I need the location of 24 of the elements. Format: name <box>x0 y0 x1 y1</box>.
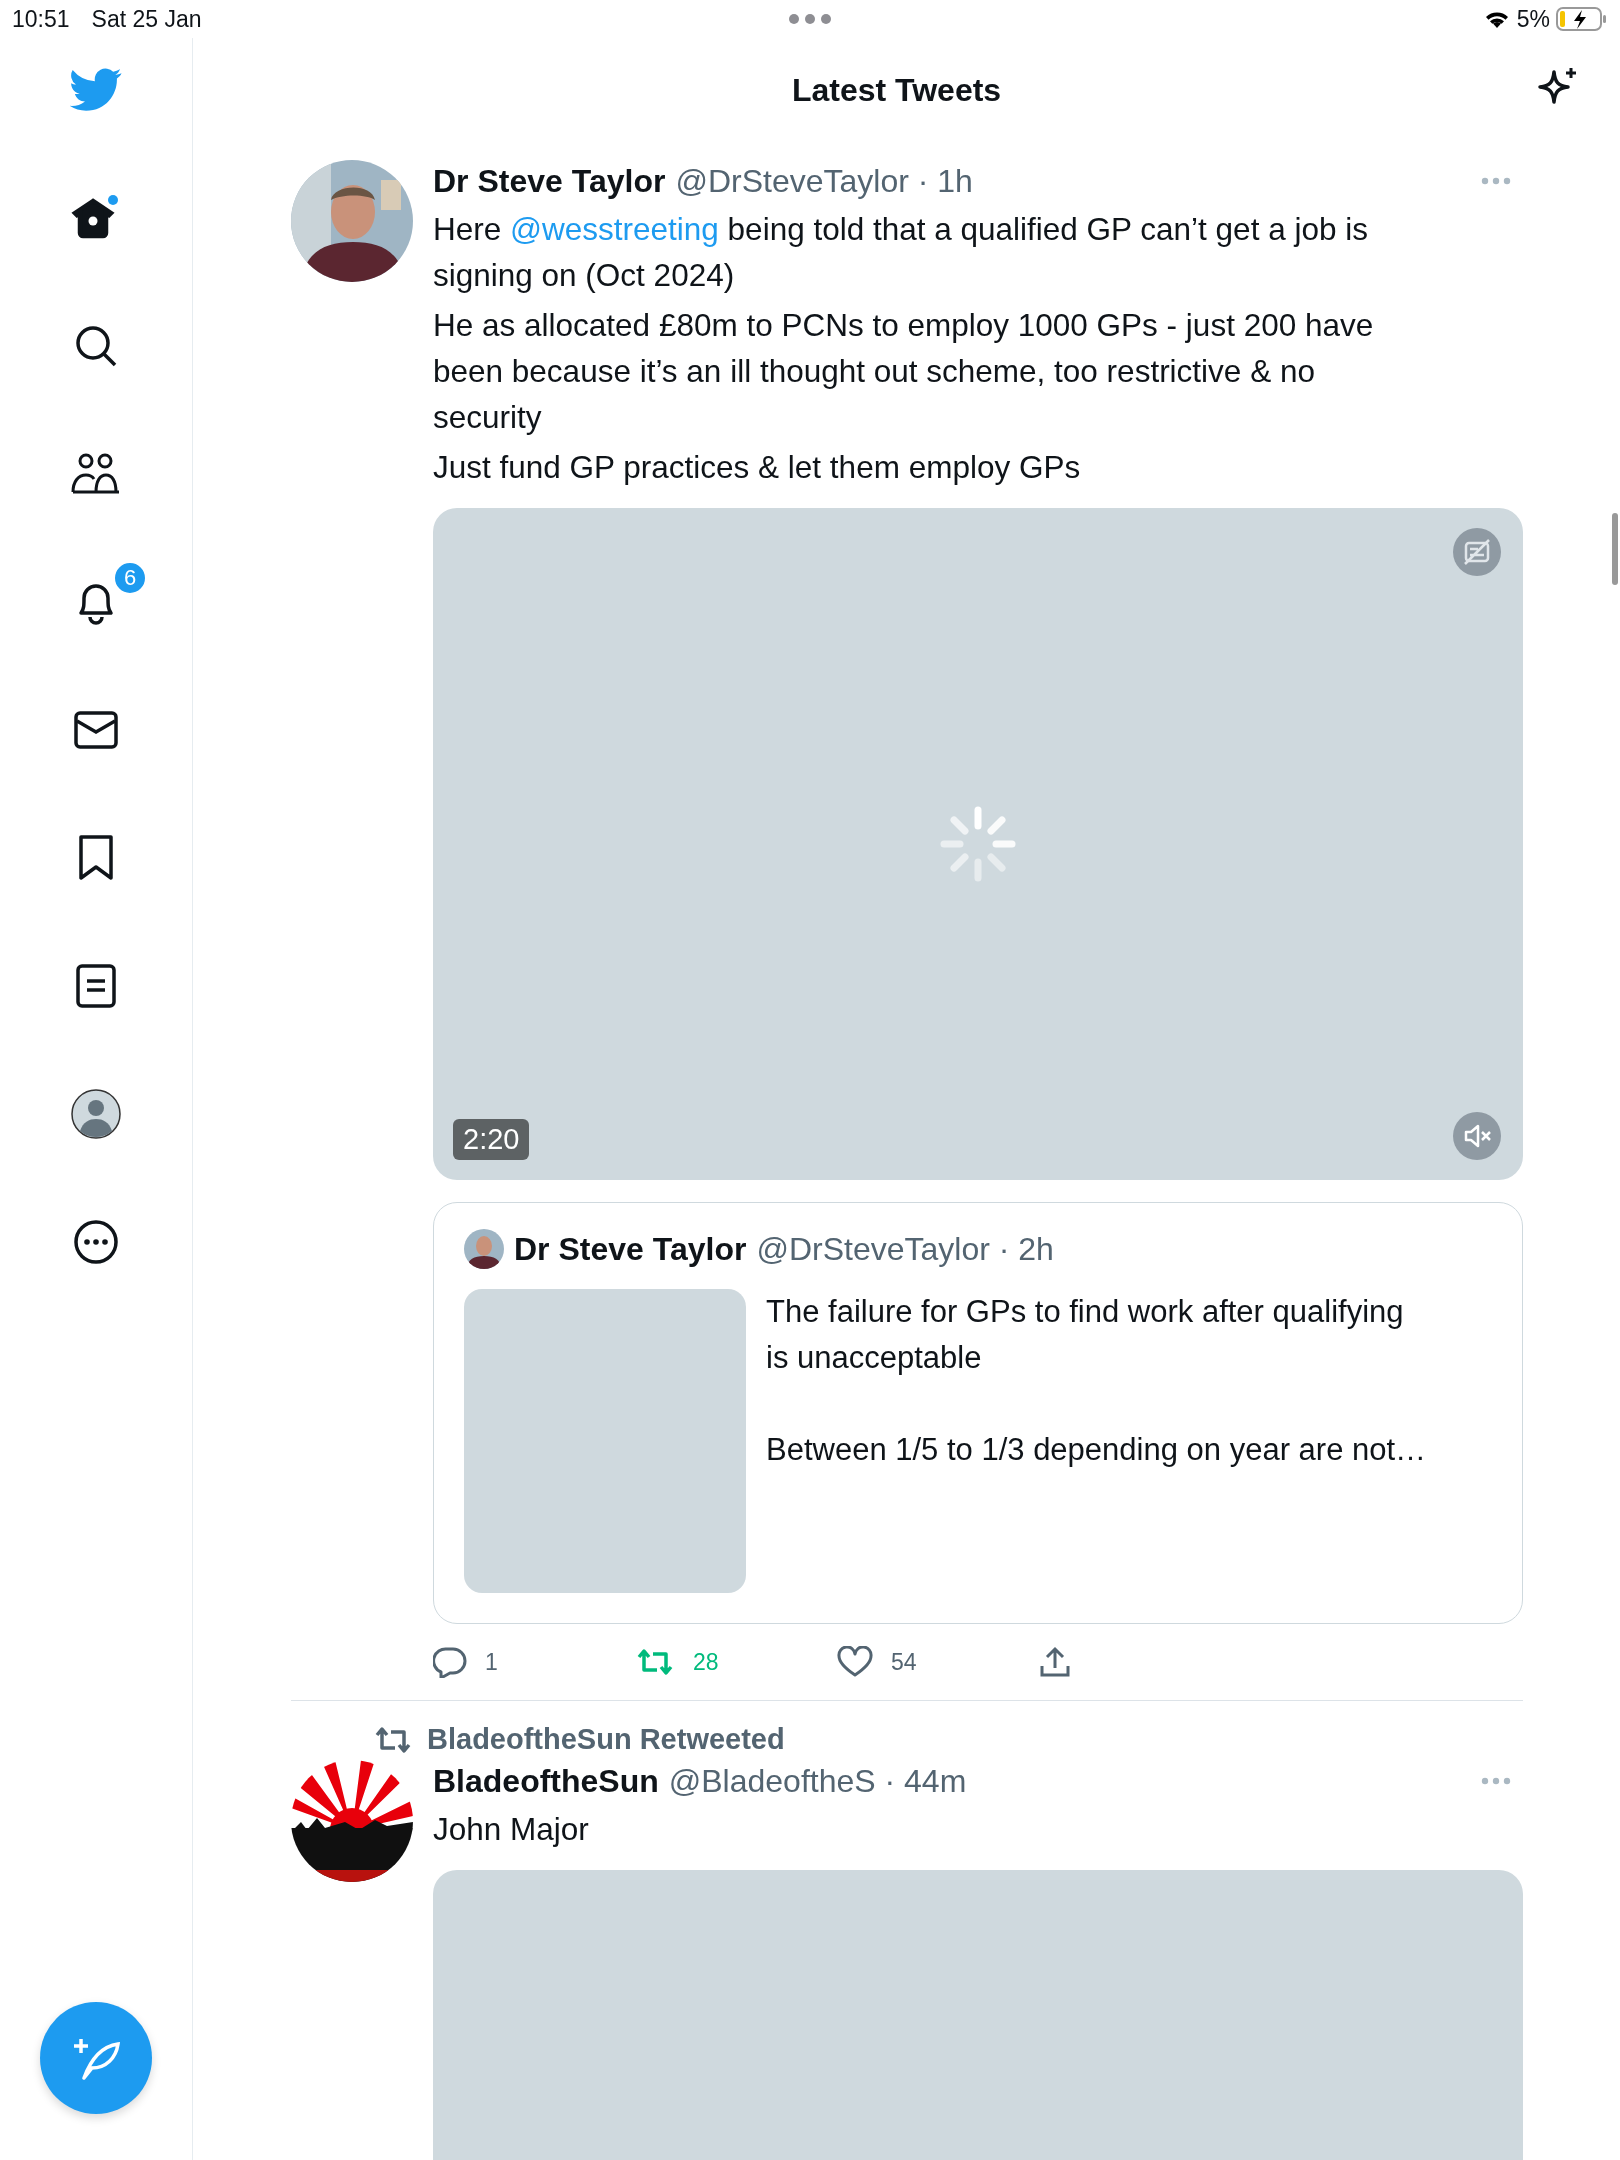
quoted-handle-time: @DrSteveTaylor · 2h <box>756 1230 1054 1268</box>
media-placeholder[interactable]: 2:20 <box>433 508 1523 1180</box>
tweet-text: Here @wesstreeting being told that a qualified GP can’t get a job is signing on (Oct 2024) <box>433 210 1369 295</box>
quoted-tweet-text: Between 1/5 to 1/3 depending on year are not… <box>766 1431 1426 1469</box>
author-name[interactable]: Dr Steve Taylor <box>433 162 666 200</box>
status-time: 10:51 <box>12 5 70 33</box>
retweet-count: 28 <box>693 1648 719 1676</box>
author-handle-time[interactable]: @BladeoftheS · 44m <box>668 1762 967 1800</box>
author-name[interactable]: BladeoftheSun <box>433 1762 659 1800</box>
quoted-tweet-text: The failure for GPs to find work after qualifying is unacceptable <box>766 1293 1405 1377</box>
tweet-text: He as allocated £80m to PCNs to employ 1000 GPs - just 200 have been because it’s an ill thought out scheme, too restrictive & no security <box>433 306 1375 437</box>
notification-badge: 6 <box>113 561 147 595</box>
page-title: Latest Tweets <box>791 71 1002 109</box>
status-date: Sat 25 Jan <box>91 5 202 33</box>
quoted-tweet-card[interactable]: Dr Steve Taylor @DrSteveTaylor · 2h The failure for GPs to find work after qualifying is unacceptable Between 1/5 to 1/3 depending on year are not… <box>433 1202 1523 1624</box>
tweet-text: Just fund GP practices & let them employ GPs <box>433 448 1082 487</box>
retweeted-by-label[interactable]: BladeoftheSun Retweeted <box>427 1723 785 1756</box>
author-handle-time[interactable]: @DrSteveTaylor · 1h <box>675 162 973 200</box>
video-duration: 2:20 <box>453 1119 530 1160</box>
quoted-author-name: Dr Steve Taylor <box>514 1230 747 1268</box>
reply-count: 1 <box>485 1648 498 1676</box>
like-count: 54 <box>891 1648 917 1676</box>
battery-percent: 5% <box>1516 5 1550 33</box>
tweet-text: John Major <box>433 1810 590 1849</box>
